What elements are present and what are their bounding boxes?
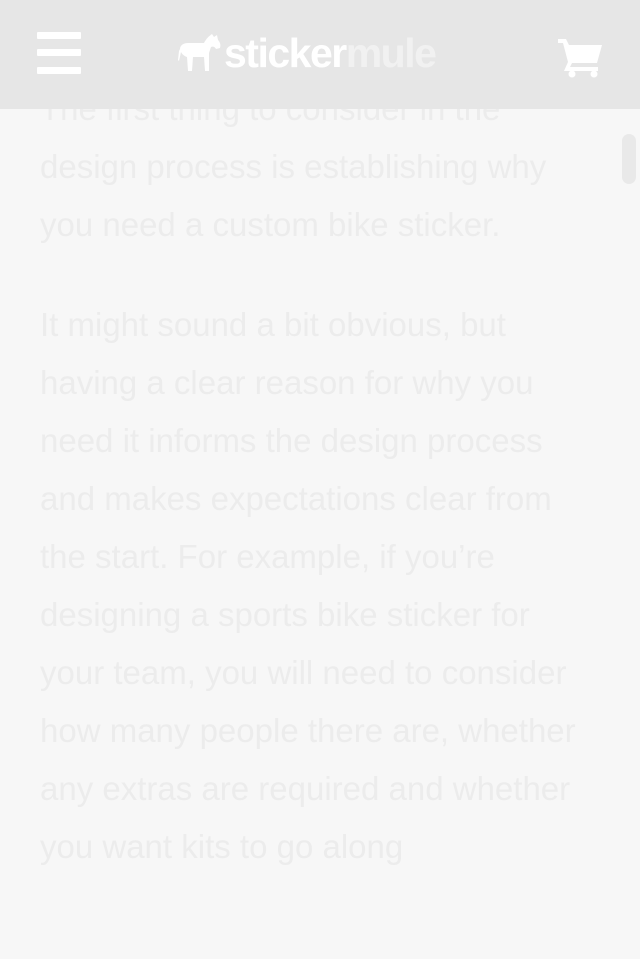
article-paragraph: It might sound a bit obvious, but having… (40, 306, 576, 865)
scrollbar-thumb[interactable] (622, 134, 636, 184)
menu-line (37, 32, 81, 39)
logo-text-sticker: sticker (224, 29, 347, 76)
hamburger-menu-icon[interactable] (37, 32, 81, 74)
article-body: The first thing to consider in the desig… (40, 80, 600, 918)
logo-wordmark: stickermule (224, 29, 437, 76)
mule-logo-icon (178, 34, 221, 71)
logo-text-mule: mule (345, 29, 437, 76)
menu-line (37, 67, 81, 74)
page: stickermule The first thing to consider … (0, 0, 640, 959)
shopping-cart-icon[interactable] (556, 36, 604, 78)
menu-line (37, 49, 81, 56)
stickermule-logo[interactable]: stickermule (178, 28, 437, 78)
header-bar: stickermule (0, 0, 640, 109)
